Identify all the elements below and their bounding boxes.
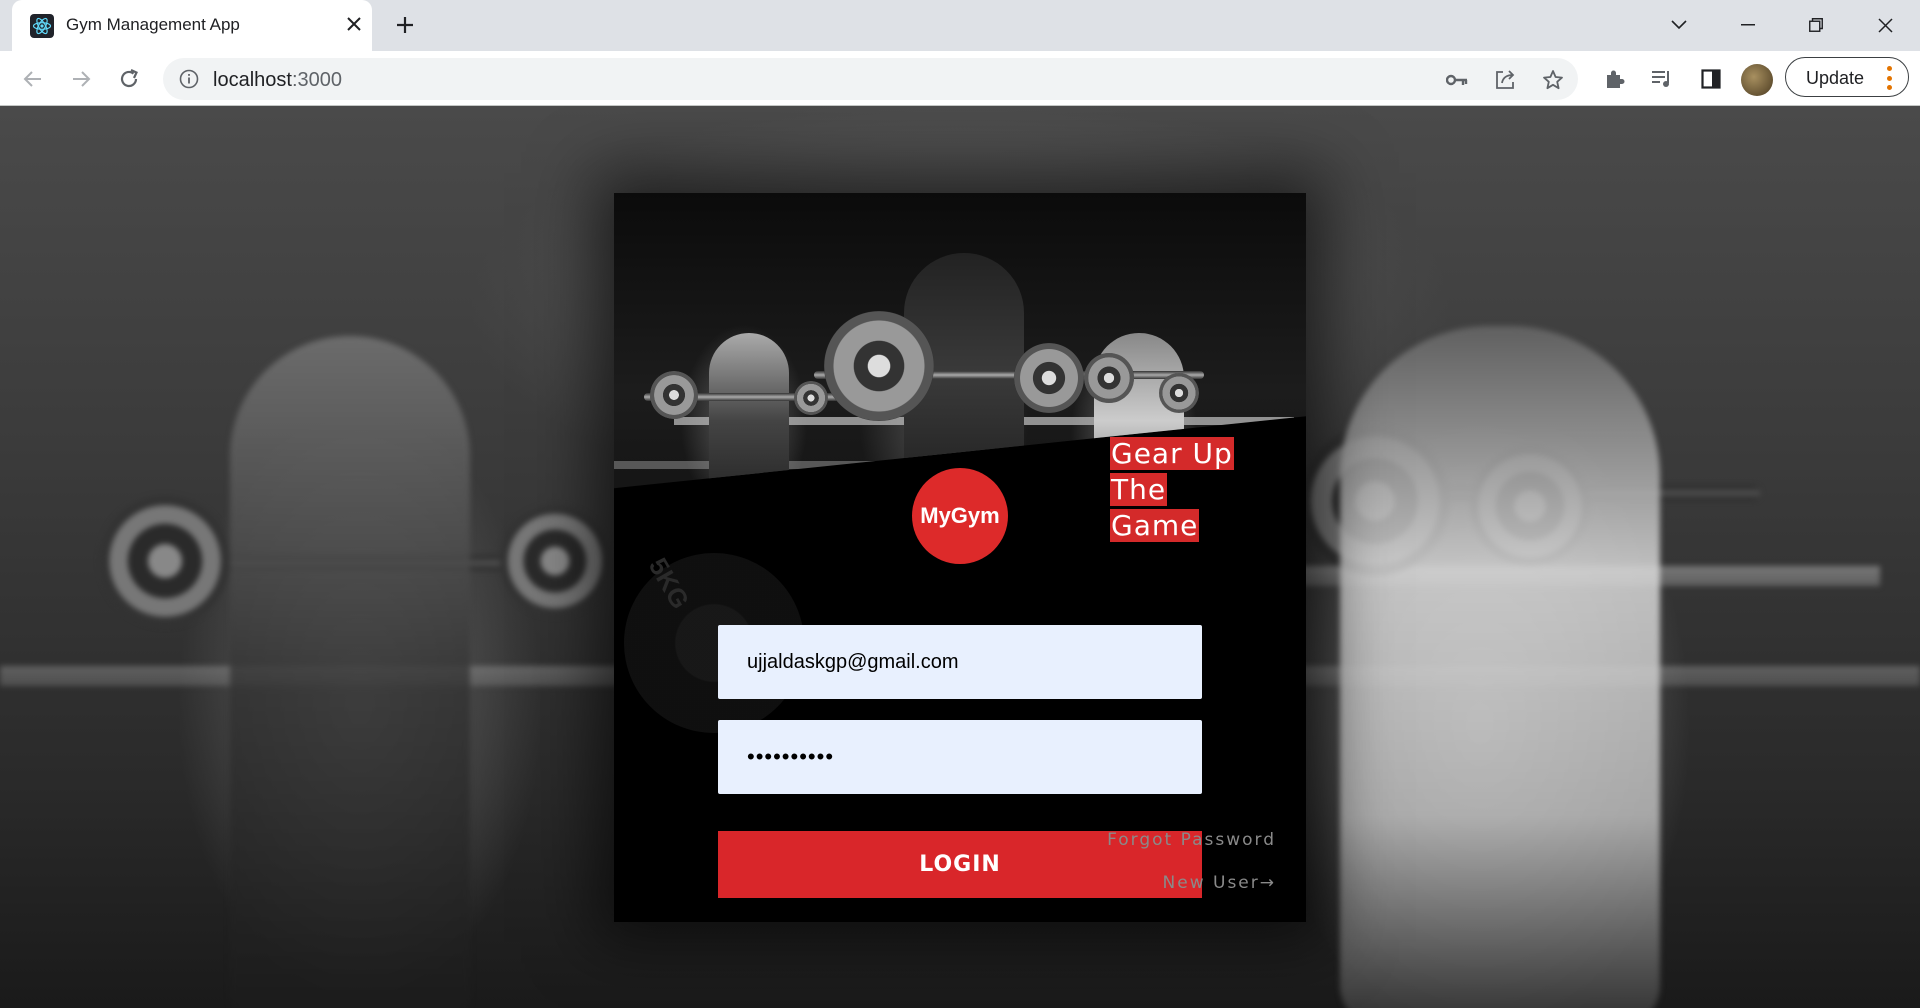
update-button[interactable]: Update <box>1785 57 1909 97</box>
hero-plate <box>1159 373 1199 413</box>
mygym-logo: MyGym <box>912 468 1008 564</box>
background-plate <box>100 496 230 626</box>
restore-icon[interactable] <box>1801 10 1831 40</box>
react-icon <box>30 14 54 38</box>
password-field[interactable] <box>718 720 1202 794</box>
login-page: 5KG MyGym Gear Up TheGame LOGIN Forgot P… <box>0 106 1920 1008</box>
hero-plate <box>794 381 828 415</box>
hero-plate <box>1084 353 1134 403</box>
tagline-line-1: Gear Up The <box>1110 437 1234 506</box>
url-port: :3000 <box>291 69 342 91</box>
tagline: Gear Up The Game <box>1110 436 1286 544</box>
media-queue-icon[interactable] <box>1650 67 1674 91</box>
extensions-icon[interactable] <box>1602 67 1626 91</box>
bookmark-star-icon[interactable] <box>1542 69 1564 91</box>
address-bar[interactable]: localhost:3000 <box>163 58 1578 100</box>
hero-plate <box>1014 343 1084 413</box>
browser-toolbar: localhost:3000 Update <box>0 51 1920 106</box>
forward-arrow-icon[interactable] <box>66 64 96 94</box>
side-panel-icon[interactable] <box>1699 67 1723 91</box>
new-tab-button[interactable] <box>390 10 420 40</box>
browser-tab[interactable]: Gym Management App <box>12 0 372 51</box>
site-info-icon[interactable] <box>179 69 199 89</box>
close-tab-icon[interactable] <box>342 12 366 36</box>
hero-plate <box>824 311 934 421</box>
tab-search-icon[interactable] <box>1664 10 1694 40</box>
back-arrow-icon[interactable] <box>18 64 48 94</box>
menu-dots-icon <box>1886 66 1892 90</box>
key-icon[interactable] <box>1446 69 1468 91</box>
reload-icon[interactable] <box>114 64 144 94</box>
login-card: 5KG MyGym Gear Up TheGame LOGIN Forgot P… <box>614 193 1306 922</box>
background-plate <box>500 506 610 616</box>
hero-plate <box>650 371 698 419</box>
minimize-icon[interactable] <box>1733 10 1763 40</box>
hero-athlete <box>709 333 789 489</box>
email-field[interactable] <box>718 625 1202 699</box>
background-athlete <box>230 336 470 1008</box>
update-label: Update <box>1806 68 1865 88</box>
tagline-line-2: Game <box>1110 509 1200 542</box>
forgot-password-link[interactable]: Forgot Password <box>1107 830 1276 850</box>
share-icon[interactable] <box>1494 69 1516 91</box>
tab-title: Gym Management App <box>66 15 240 34</box>
url-host: localhost <box>213 69 292 91</box>
url-text: localhost:3000 <box>213 69 342 92</box>
tab-strip: Gym Management App <box>0 0 1920 51</box>
close-window-icon[interactable] <box>1870 10 1900 40</box>
profile-avatar[interactable] <box>1741 64 1773 96</box>
new-user-link[interactable]: New User→ <box>1163 873 1276 893</box>
background-athlete <box>1340 326 1660 1008</box>
